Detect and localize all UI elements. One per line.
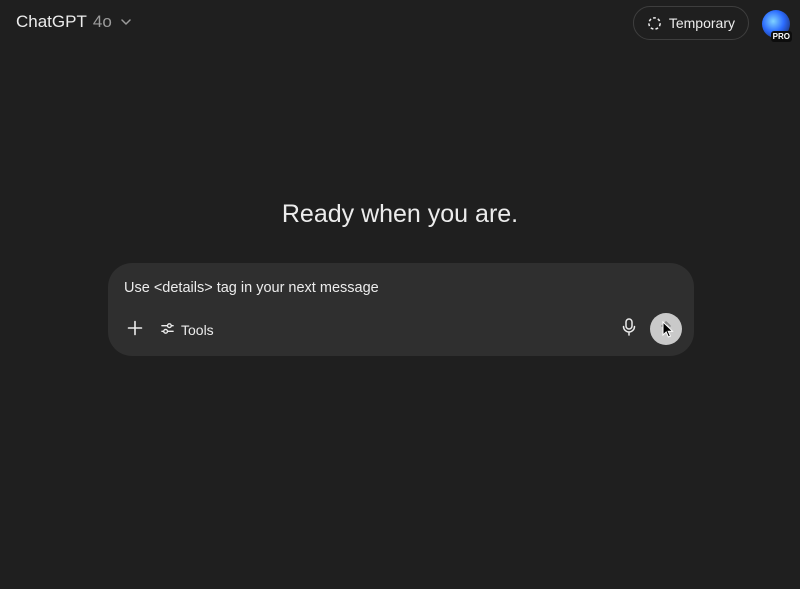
model-version: 4o: [92, 12, 112, 31]
temporary-label: Temporary: [668, 15, 735, 31]
add-attachment-button[interactable]: [124, 319, 146, 341]
microphone-icon: [622, 317, 636, 341]
top-bar: ChatGPT 4o Temporary PRO: [0, 0, 800, 46]
avatar[interactable]: PRO: [762, 10, 792, 42]
chatgpt-page: ChatGPT 4o Temporary PRO Ready when you …: [0, 0, 800, 589]
dashed-circle-icon: [647, 16, 662, 31]
plus-icon: [127, 320, 143, 341]
model-name: ChatGPT: [16, 12, 87, 31]
composer: Use <details> tag in your next message T…: [108, 263, 694, 356]
tools-button[interactable]: Tools: [160, 319, 214, 341]
model-switcher[interactable]: ChatGPT 4o: [16, 12, 132, 32]
send-button[interactable]: [650, 313, 682, 345]
prompt-input[interactable]: Use <details> tag in your next message: [124, 280, 379, 296]
sliders-icon: [160, 321, 175, 339]
arrow-up-icon: [659, 320, 673, 339]
tools-label: Tools: [181, 322, 214, 338]
page-heading: Ready when you are.: [281, 200, 519, 228]
voice-input-button[interactable]: [618, 317, 640, 341]
temporary-chat-button[interactable]: Temporary: [632, 6, 749, 40]
chevron-down-icon: [120, 16, 132, 28]
pro-badge: PRO: [770, 31, 792, 42]
